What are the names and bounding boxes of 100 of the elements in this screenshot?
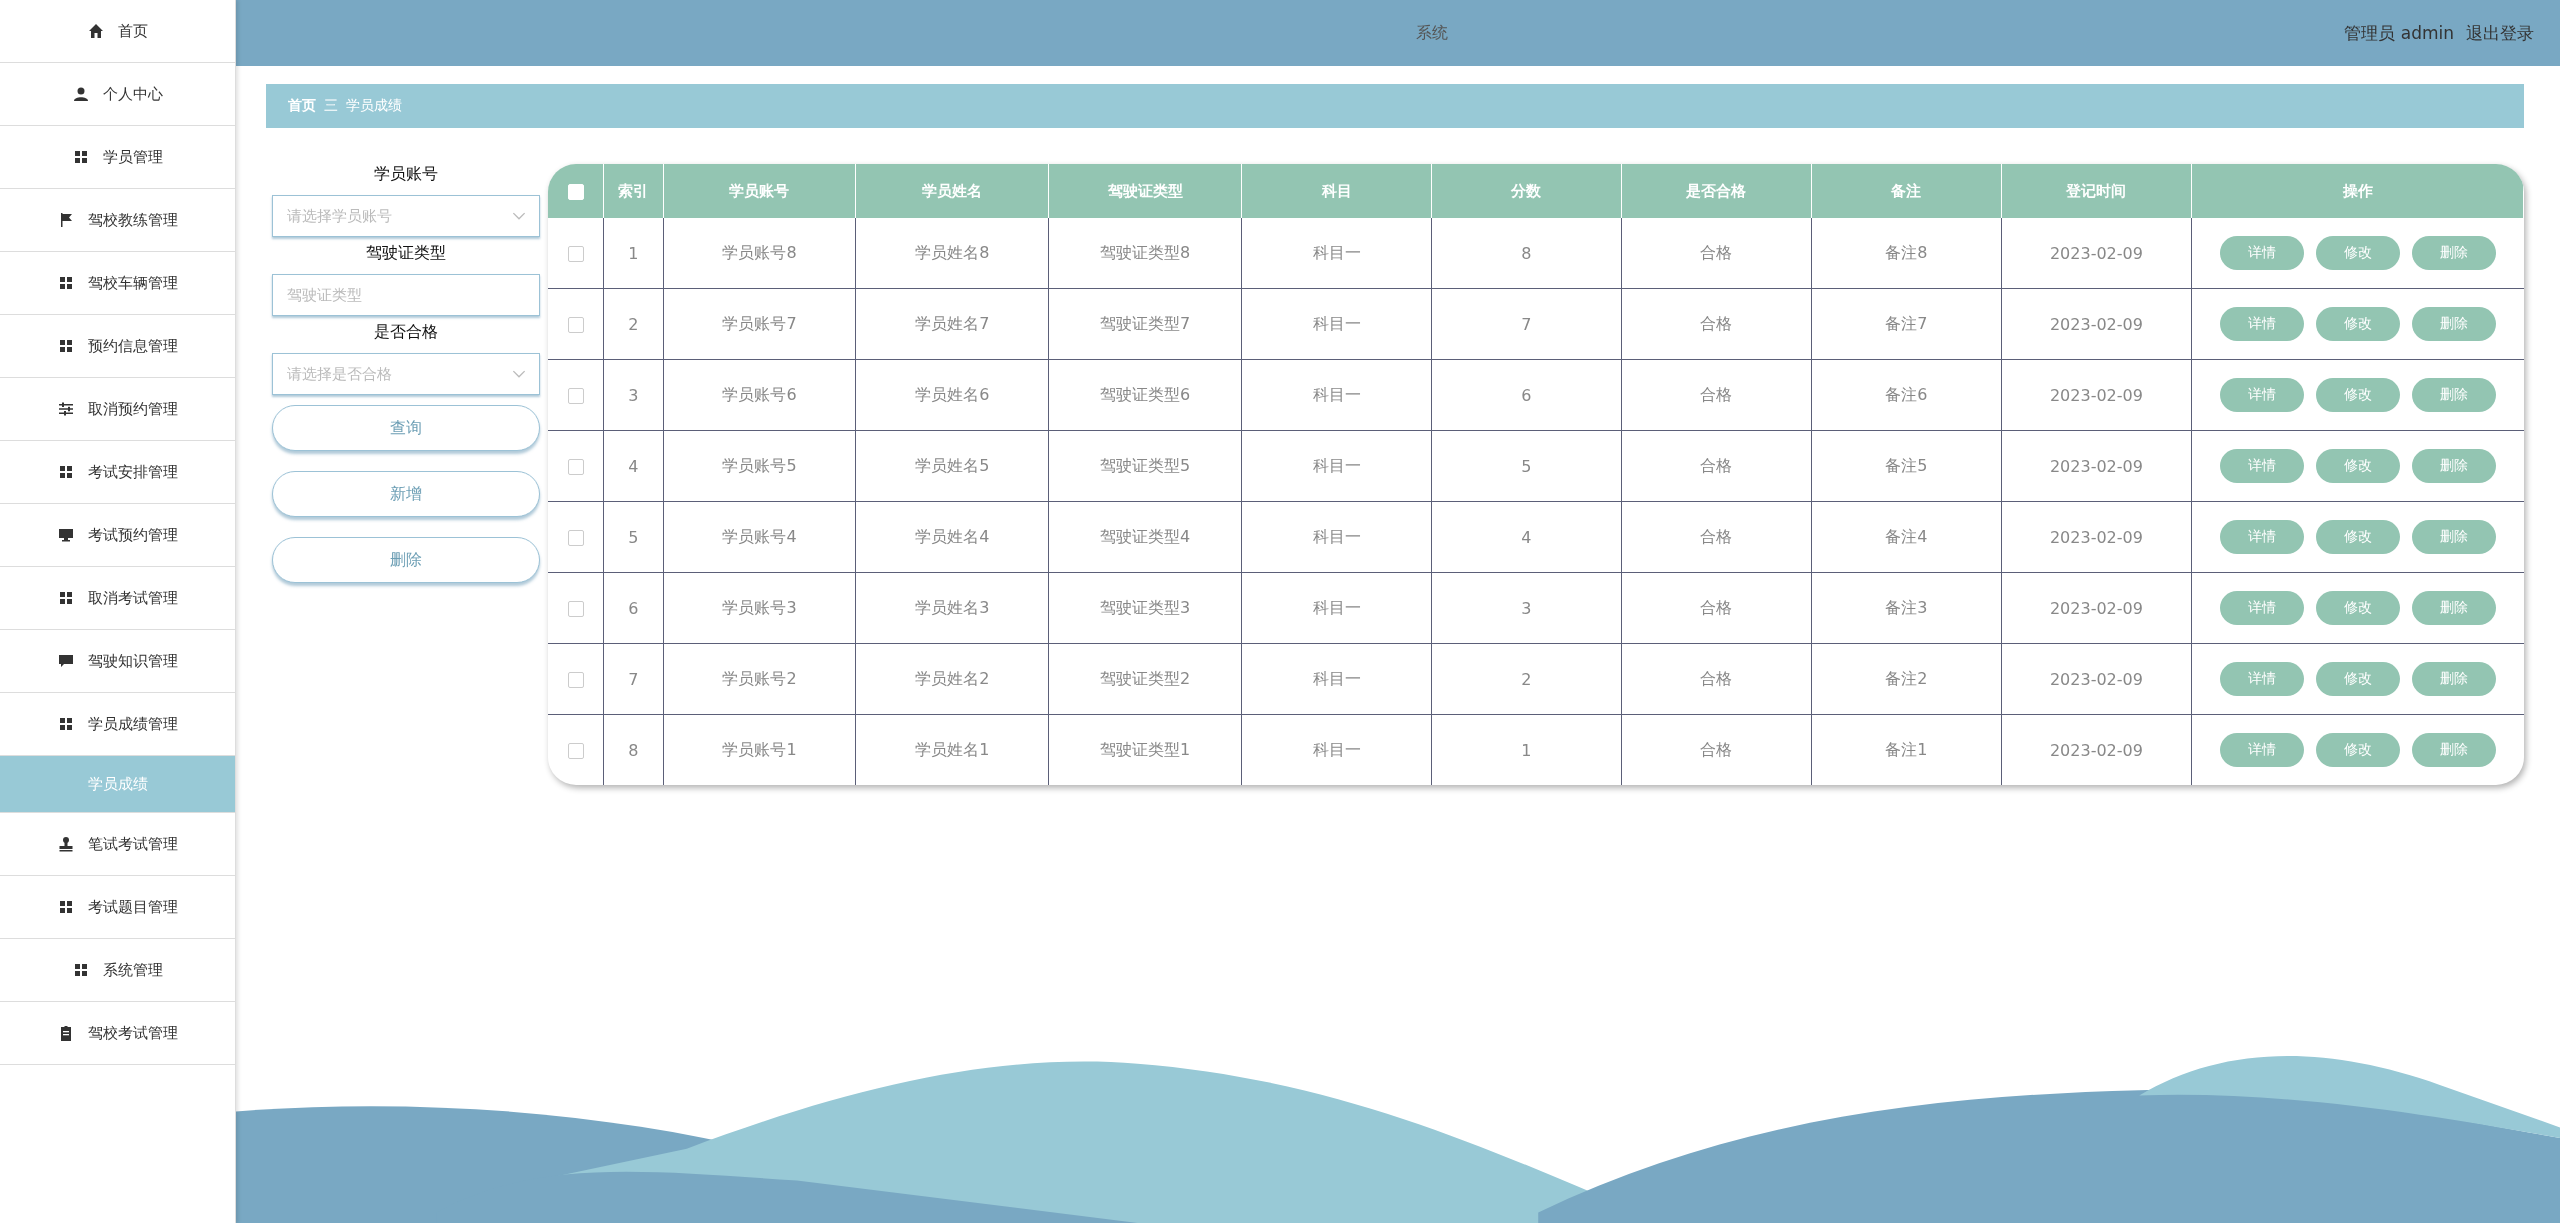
table-cell: 科目一 <box>1241 288 1432 360</box>
sidebar-item[interactable]: 首页 <box>0 0 235 63</box>
details-button[interactable]: 详情 <box>2219 733 2304 767</box>
edit-button[interactable]: 修改 <box>2315 378 2400 412</box>
table-cell: 学员姓名4 <box>855 501 1049 573</box>
delete-button[interactable]: 删除 <box>2411 449 2496 483</box>
table-cell: 学员姓名7 <box>855 288 1049 360</box>
delete-button[interactable]: 删除 <box>272 537 540 583</box>
delete-button[interactable]: 删除 <box>2411 236 2496 270</box>
sidebar-item[interactable]: 驾校考试管理 <box>0 1002 235 1065</box>
details-button[interactable]: 详情 <box>2219 591 2304 625</box>
table-cell: 合格 <box>1621 359 1812 431</box>
add-button[interactable]: 新增 <box>272 471 540 517</box>
edit-button[interactable]: 修改 <box>2315 733 2400 767</box>
table-cell: 5 <box>603 501 664 573</box>
table-cell: 备注5 <box>1811 430 2002 502</box>
row-checkbox[interactable] <box>567 459 584 475</box>
column-header: 学员姓名 <box>855 164 1049 218</box>
table-cell: 2 <box>1431 643 1622 715</box>
table-cell: 备注2 <box>1811 643 2002 715</box>
sidebar-item[interactable]: 驾校车辆管理 <box>0 252 235 315</box>
sidebar-item[interactable]: 考试题目管理 <box>0 876 235 939</box>
sidebar-item[interactable]: 考试预约管理 <box>0 504 235 567</box>
sidebar-item[interactable]: 驾校教练管理 <box>0 189 235 252</box>
field-label: 驾驶证类型 <box>365 242 447 264</box>
table-cell: 4 <box>1431 501 1622 573</box>
select-all-checkbox[interactable] <box>567 183 584 200</box>
table-cell: 学员姓名3 <box>855 572 1049 644</box>
table-cell: 驾驶证类型6 <box>1048 359 1242 431</box>
sidebar-item[interactable]: 取消考试管理 <box>0 567 235 630</box>
delete-button[interactable]: 删除 <box>2411 662 2496 696</box>
sidebar-item[interactable]: 笔试考试管理 <box>0 813 235 876</box>
table-cell: 合格 <box>1621 501 1812 573</box>
stamp-icon <box>57 836 74 852</box>
table-cell: 备注6 <box>1811 359 2002 431</box>
delete-button[interactable]: 删除 <box>2411 520 2496 554</box>
chevron-down-icon <box>512 212 526 221</box>
table-cell: 备注1 <box>1811 714 2002 785</box>
details-button[interactable]: 详情 <box>2219 449 2304 483</box>
table-cell: 1 <box>1431 714 1622 785</box>
sidebar-item[interactable]: 驾驶知识管理 <box>0 630 235 693</box>
sidebar-subitem[interactable]: 学员成绩 <box>0 756 235 813</box>
row-checkbox[interactable] <box>567 317 584 333</box>
breadcrumb-separator: 三 <box>324 97 338 115</box>
table-cell: 合格 <box>1621 643 1812 715</box>
row-checkbox[interactable] <box>567 246 584 262</box>
table-cell: 4 <box>603 430 664 502</box>
sidebar-item[interactable]: 考试安排管理 <box>0 441 235 504</box>
edit-button[interactable]: 修改 <box>2315 662 2400 696</box>
details-button[interactable]: 详情 <box>2219 378 2304 412</box>
search-button[interactable]: 查询 <box>272 405 540 451</box>
table-cell: 2023-02-09 <box>2001 218 2192 289</box>
details-button[interactable]: 详情 <box>2219 520 2304 554</box>
table-cell: 6 <box>1431 359 1622 431</box>
details-button[interactable]: 详情 <box>2219 307 2304 341</box>
row-checkbox[interactable] <box>567 672 584 688</box>
table-cell: 科目一 <box>1241 359 1432 431</box>
delete-button[interactable]: 删除 <box>2411 378 2496 412</box>
sidebar-item[interactable]: 个人中心 <box>0 63 235 126</box>
table-cell: 科目一 <box>1241 501 1432 573</box>
table-cell: 备注4 <box>1811 501 2002 573</box>
edit-button[interactable]: 修改 <box>2315 520 2400 554</box>
breadcrumb-link[interactable]: 首页 <box>288 97 316 115</box>
table-cell: 3 <box>603 359 664 431</box>
table-cell: 2023-02-09 <box>2001 288 2192 360</box>
row-checkbox[interactable] <box>567 388 584 404</box>
table-cell: 2023-02-09 <box>2001 359 2192 431</box>
grid-icon <box>72 962 89 978</box>
row-checkbox[interactable] <box>567 601 584 617</box>
monitor-icon <box>57 527 74 543</box>
edit-button[interactable]: 修改 <box>2315 307 2400 341</box>
chat-bubble-icon <box>57 653 74 669</box>
row-checkbox[interactable] <box>567 743 584 759</box>
grid-icon <box>57 716 74 732</box>
details-button[interactable]: 详情 <box>2219 662 2304 696</box>
details-button[interactable]: 详情 <box>2219 236 2304 270</box>
table-cell: 6 <box>603 572 664 644</box>
delete-button[interactable]: 删除 <box>2411 733 2496 767</box>
table-cell: 5 <box>1431 430 1622 502</box>
table-cell: 7 <box>1431 288 1622 360</box>
home-icon <box>87 23 104 39</box>
select-field[interactable]: 请选择学员账号 <box>272 195 540 237</box>
sidebar-item[interactable]: 预约信息管理 <box>0 315 235 378</box>
edit-button[interactable]: 修改 <box>2315 236 2400 270</box>
input-field[interactable]: 驾驶证类型 <box>272 274 540 316</box>
edit-button[interactable]: 修改 <box>2315 591 2400 625</box>
row-checkbox[interactable] <box>567 530 584 546</box>
sidebar-item[interactable]: 系统管理 <box>0 939 235 1002</box>
table-cell: 8 <box>603 714 664 785</box>
select-field[interactable]: 请选择是否合格 <box>272 353 540 395</box>
table-cell: 学员账号4 <box>663 501 856 573</box>
delete-button[interactable]: 删除 <box>2411 591 2496 625</box>
sidebar-item[interactable]: 学员管理 <box>0 126 235 189</box>
sidebar-item[interactable]: 取消预约管理 <box>0 378 235 441</box>
edit-button[interactable]: 修改 <box>2315 449 2400 483</box>
table-cell: 备注8 <box>1811 218 2002 289</box>
grid-icon <box>72 149 89 165</box>
table-cell: 学员账号6 <box>663 359 856 431</box>
logout-link[interactable]: 退出登录 <box>2466 21 2534 45</box>
delete-button[interactable]: 删除 <box>2411 307 2496 341</box>
